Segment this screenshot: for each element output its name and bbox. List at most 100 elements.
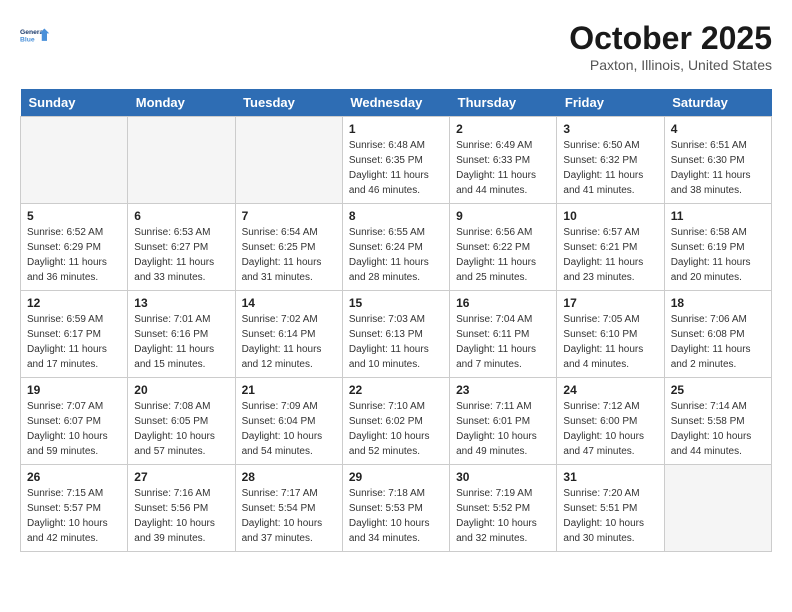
day-number: 17	[563, 296, 657, 310]
day-number: 30	[456, 470, 550, 484]
day-number: 6	[134, 209, 228, 223]
day-info: Sunrise: 7:02 AMSunset: 6:14 PMDaylight:…	[242, 312, 336, 372]
day-info: Sunrise: 7:09 AMSunset: 6:04 PMDaylight:…	[242, 399, 336, 459]
calendar-day-cell: 22 Sunrise: 7:10 AMSunset: 6:02 PMDayligh…	[342, 378, 449, 465]
day-number: 22	[349, 383, 443, 397]
day-number: 25	[671, 383, 765, 397]
day-number: 5	[27, 209, 121, 223]
weekday-header: Wednesday	[342, 89, 449, 117]
calendar-day-cell: 1Sunrise: 6:48 AMSunset: 6:35 PMDaylight…	[342, 117, 449, 204]
calendar-day-cell: 2 Sunrise: 6:49 AMSunset: 6:33 PMDaylight…	[450, 117, 557, 204]
page-header: GeneralBlue October 2025 Paxton, Illinoi…	[20, 20, 772, 73]
day-info: Sunrise: 7:14 AMSunset: 5:58 PMDaylight:…	[671, 399, 765, 459]
svg-text:Blue: Blue	[20, 37, 35, 44]
day-info: Sunrise: 7:08 AMSunset: 6:05 PMDaylight:…	[134, 399, 228, 459]
calendar-day-cell: 18Sunrise: 7:06 AMSunset: 6:08 PMDayligh…	[664, 291, 771, 378]
day-info: Sunrise: 7:19 AMSunset: 5:52 PMDaylight:…	[456, 486, 550, 546]
day-number: 13	[134, 296, 228, 310]
day-number: 24	[563, 383, 657, 397]
calendar-table: SundayMondayTuesdayWednesdayThursdayFrid…	[20, 89, 772, 552]
day-info: Sunrise: 6:54 AMSunset: 6:25 PMDaylight:…	[242, 225, 336, 285]
day-info: Sunrise: 7:07 AMSunset: 6:07 PMDaylight:…	[27, 399, 121, 459]
calendar-day-cell: 5Sunrise: 6:52 AMSunset: 6:29 PMDaylight…	[21, 204, 128, 291]
day-number: 28	[242, 470, 336, 484]
logo-icon: GeneralBlue	[20, 20, 50, 50]
calendar-header-row: SundayMondayTuesdayWednesdayThursdayFrid…	[21, 89, 772, 117]
calendar-day-cell: 28 Sunrise: 7:17 AMSunset: 5:54 PMDayligh…	[235, 465, 342, 552]
day-number: 2	[456, 122, 550, 136]
day-number: 8	[349, 209, 443, 223]
calendar-day-cell: 14 Sunrise: 7:02 AMSunset: 6:14 PMDayligh…	[235, 291, 342, 378]
weekday-header: Saturday	[664, 89, 771, 117]
day-info: Sunrise: 7:18 AMSunset: 5:53 PMDaylight:…	[349, 486, 443, 546]
day-info: Sunrise: 7:01 AMSunset: 6:16 PMDaylight:…	[134, 312, 228, 372]
day-info: Sunrise: 6:49 AMSunset: 6:33 PMDaylight:…	[456, 138, 550, 198]
day-number: 16	[456, 296, 550, 310]
calendar-day-cell	[21, 117, 128, 204]
day-info: Sunrise: 7:11 AMSunset: 6:01 PMDaylight:…	[456, 399, 550, 459]
day-info: Sunrise: 7:15 AMSunset: 5:57 PMDaylight:…	[27, 486, 121, 546]
calendar-week-row: 5Sunrise: 6:52 AMSunset: 6:29 PMDaylight…	[21, 204, 772, 291]
day-number: 11	[671, 209, 765, 223]
day-number: 12	[27, 296, 121, 310]
calendar-day-cell: 9 Sunrise: 6:56 AMSunset: 6:22 PMDaylight…	[450, 204, 557, 291]
day-number: 7	[242, 209, 336, 223]
day-info: Sunrise: 6:53 AMSunset: 6:27 PMDaylight:…	[134, 225, 228, 285]
calendar-day-cell: 29 Sunrise: 7:18 AMSunset: 5:53 PMDayligh…	[342, 465, 449, 552]
calendar-day-cell: 23 Sunrise: 7:11 AMSunset: 6:01 PMDayligh…	[450, 378, 557, 465]
calendar-day-cell: 4 Sunrise: 6:51 AMSunset: 6:30 PMDaylight…	[664, 117, 771, 204]
calendar-day-cell: 15 Sunrise: 7:03 AMSunset: 6:13 PMDayligh…	[342, 291, 449, 378]
calendar-day-cell: 8 Sunrise: 6:55 AMSunset: 6:24 PMDaylight…	[342, 204, 449, 291]
day-info: Sunrise: 6:56 AMSunset: 6:22 PMDaylight:…	[456, 225, 550, 285]
calendar-day-cell: 31 Sunrise: 7:20 AMSunset: 5:51 PMDayligh…	[557, 465, 664, 552]
calendar-week-row: 12 Sunrise: 6:59 AMSunset: 6:17 PMDayligh…	[21, 291, 772, 378]
calendar-day-cell: 26Sunrise: 7:15 AMSunset: 5:57 PMDayligh…	[21, 465, 128, 552]
calendar-week-row: 26Sunrise: 7:15 AMSunset: 5:57 PMDayligh…	[21, 465, 772, 552]
day-number: 10	[563, 209, 657, 223]
calendar-day-cell	[235, 117, 342, 204]
calendar-day-cell: 20 Sunrise: 7:08 AMSunset: 6:05 PMDayligh…	[128, 378, 235, 465]
location: Paxton, Illinois, United States	[569, 57, 772, 73]
weekday-header: Tuesday	[235, 89, 342, 117]
day-info: Sunrise: 7:04 AMSunset: 6:11 PMDaylight:…	[456, 312, 550, 372]
calendar-day-cell: 7 Sunrise: 6:54 AMSunset: 6:25 PMDaylight…	[235, 204, 342, 291]
day-number: 29	[349, 470, 443, 484]
calendar-day-cell: 30 Sunrise: 7:19 AMSunset: 5:52 PMDayligh…	[450, 465, 557, 552]
calendar-day-cell: 24 Sunrise: 7:12 AMSunset: 6:00 PMDayligh…	[557, 378, 664, 465]
day-number: 14	[242, 296, 336, 310]
day-number: 9	[456, 209, 550, 223]
calendar-day-cell: 21 Sunrise: 7:09 AMSunset: 6:04 PMDayligh…	[235, 378, 342, 465]
weekday-header: Friday	[557, 89, 664, 117]
day-info: Sunrise: 6:50 AMSunset: 6:32 PMDaylight:…	[563, 138, 657, 198]
day-info: Sunrise: 7:10 AMSunset: 6:02 PMDaylight:…	[349, 399, 443, 459]
day-info: Sunrise: 6:59 AMSunset: 6:17 PMDaylight:…	[27, 312, 121, 372]
day-number: 15	[349, 296, 443, 310]
day-number: 4	[671, 122, 765, 136]
day-number: 20	[134, 383, 228, 397]
calendar-day-cell: 19 Sunrise: 7:07 AMSunset: 6:07 PMDayligh…	[21, 378, 128, 465]
weekday-header: Thursday	[450, 89, 557, 117]
calendar-day-cell: 3 Sunrise: 6:50 AMSunset: 6:32 PMDaylight…	[557, 117, 664, 204]
day-info: Sunrise: 7:20 AMSunset: 5:51 PMDaylight:…	[563, 486, 657, 546]
calendar-day-cell	[128, 117, 235, 204]
weekday-header: Monday	[128, 89, 235, 117]
day-info: Sunrise: 6:58 AMSunset: 6:19 PMDaylight:…	[671, 225, 765, 285]
day-info: Sunrise: 7:03 AMSunset: 6:13 PMDaylight:…	[349, 312, 443, 372]
day-number: 23	[456, 383, 550, 397]
day-number: 1	[349, 122, 443, 136]
day-info: Sunrise: 7:12 AMSunset: 6:00 PMDaylight:…	[563, 399, 657, 459]
month-title: October 2025	[569, 20, 772, 57]
day-info: Sunrise: 7:06 AMSunset: 6:08 PMDaylight:…	[671, 312, 765, 372]
day-number: 31	[563, 470, 657, 484]
title-block: October 2025 Paxton, Illinois, United St…	[569, 20, 772, 73]
day-info: Sunrise: 6:55 AMSunset: 6:24 PMDaylight:…	[349, 225, 443, 285]
day-number: 3	[563, 122, 657, 136]
calendar-day-cell: 6 Sunrise: 6:53 AMSunset: 6:27 PMDaylight…	[128, 204, 235, 291]
calendar-day-cell: 16 Sunrise: 7:04 AMSunset: 6:11 PMDayligh…	[450, 291, 557, 378]
calendar-day-cell: 13 Sunrise: 7:01 AMSunset: 6:16 PMDayligh…	[128, 291, 235, 378]
day-info: Sunrise: 7:17 AMSunset: 5:54 PMDaylight:…	[242, 486, 336, 546]
day-info: Sunrise: 6:51 AMSunset: 6:30 PMDaylight:…	[671, 138, 765, 198]
calendar-day-cell: 12 Sunrise: 6:59 AMSunset: 6:17 PMDayligh…	[21, 291, 128, 378]
day-number: 19	[27, 383, 121, 397]
day-number: 21	[242, 383, 336, 397]
